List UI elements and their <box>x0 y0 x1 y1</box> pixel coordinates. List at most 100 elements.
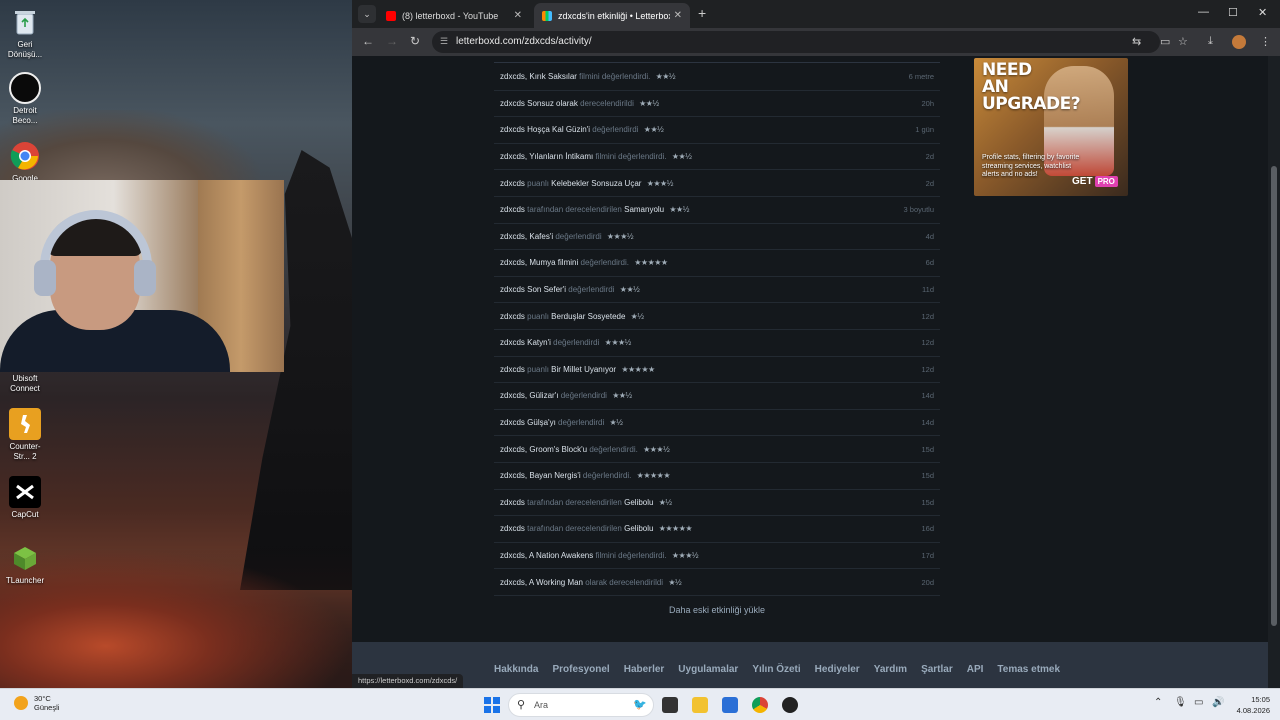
obs-icon[interactable] <box>782 697 798 713</box>
activity-film[interactable]: Kelebekler Sonsuza Uçar <box>551 179 641 188</box>
activity-row[interactable]: zdxcds, Groom's Block'u değerlendirdi. ★… <box>494 436 940 463</box>
desktop-icon-counter-strike[interactable]: Counter-Str... 2 <box>2 408 48 462</box>
activity-user[interactable]: zdxcds <box>500 285 525 294</box>
display-icon[interactable]: ▭ <box>1194 697 1203 708</box>
activity-row[interactable]: zdxcds, Yılanların İntikamı filmini değe… <box>494 144 940 171</box>
activity-row[interactable]: zdxcds puanlı Kelebekler Sonsuza Uçar ★★… <box>494 170 940 197</box>
footer-link-api[interactable]: API <box>967 664 984 675</box>
activity-user[interactable]: zdxcds, <box>500 258 527 267</box>
activity-row[interactable]: zdxcds Hoşça Kal Güzin'i değerlendirdi ★… <box>494 117 940 144</box>
activity-film[interactable]: Gelibolu <box>624 498 653 507</box>
activity-row[interactable]: zdxcds puanlı Bir Millet Uyanıyor ★★★★★ 1… <box>494 357 940 384</box>
windows-start-icon[interactable] <box>484 697 500 713</box>
activity-film[interactable]: Gülizar'ı <box>529 391 558 400</box>
maximize-button[interactable]: ☐ <box>1228 6 1238 19</box>
site-info-icon[interactable]: ☰ <box>440 36 448 47</box>
activity-user[interactable]: zdxcds <box>500 524 525 533</box>
bookmark-star-icon[interactable]: ☆ <box>1178 35 1188 48</box>
activity-user[interactable]: zdxcds <box>500 312 525 321</box>
activity-row[interactable]: zdxcds Son Sefer'i değerlendirdi ★★½ 11d <box>494 277 940 304</box>
back-icon[interactable]: ← <box>362 34 374 48</box>
desktop-icon-chrome[interactable]: Google <box>2 140 48 184</box>
activity-film[interactable]: Berduşlar Sosyetede <box>551 312 625 321</box>
desktop-icon-tlauncher[interactable]: TLauncher <box>2 542 48 586</box>
weather-widget[interactable]: 30°C Güneşli <box>14 694 59 712</box>
footer-link-contact[interactable]: Temas etmek <box>997 664 1060 675</box>
activity-user[interactable]: zdxcds, <box>500 391 527 400</box>
tab-youtube[interactable]: (8) letterboxd - YouTube ✕ <box>378 3 530 28</box>
reload-icon[interactable]: ↻ <box>410 34 420 48</box>
footer-link-terms[interactable]: Şartlar <box>921 664 953 675</box>
activity-user[interactable]: zdxcds, <box>500 471 527 480</box>
activity-user[interactable]: zdxcds, <box>500 445 527 454</box>
activity-row[interactable]: zdxcds, A Working Man olarak derecelendi… <box>494 569 940 596</box>
activity-user[interactable]: zdxcds, <box>500 152 527 161</box>
activity-row[interactable]: zdxcds tarafından derecelendirilen Gelib… <box>494 490 940 517</box>
footer-link-news[interactable]: Haberler <box>624 664 665 675</box>
activity-film[interactable]: Groom's Block'u <box>529 445 587 454</box>
taskbar-search[interactable]: ⚲ Ara 🐦 <box>508 693 654 717</box>
activity-user[interactable]: zdxcds <box>500 205 525 214</box>
microphone-icon[interactable]: 🎙 <box>1174 697 1187 708</box>
activity-row[interactable]: zdxcds puanlı Berduşlar Sosyetede ★½ 12d <box>494 303 940 330</box>
tab-close-icon[interactable]: ✕ <box>674 10 682 21</box>
activity-film[interactable]: Katyn'i <box>527 338 551 347</box>
tab-close-icon[interactable]: ✕ <box>514 10 522 21</box>
scrollbar-thumb[interactable] <box>1271 166 1277 626</box>
menu-icon[interactable]: ⋮ <box>1260 35 1271 48</box>
footer-link-help[interactable]: Yardım <box>874 664 907 675</box>
task-view-icon[interactable] <box>662 697 678 713</box>
activity-film[interactable]: Sonsuz olarak <box>527 99 578 108</box>
activity-row[interactable]: zdxcds, Mumya filmini değerlendirdi. ★★★… <box>494 250 940 277</box>
desktop-icon-detroit[interactable]: Detroit Beco... <box>2 72 48 126</box>
desktop-icon-ubisoft[interactable]: Ubisoft Connect <box>2 374 48 394</box>
ad-cta[interactable]: GET PRO <box>1072 176 1118 187</box>
minimize-button[interactable]: — <box>1198 6 1209 18</box>
activity-film[interactable]: Kırık Saksılar <box>529 72 577 81</box>
new-tab-button[interactable]: + <box>698 6 706 20</box>
activity-user[interactable]: zdxcds <box>500 498 525 507</box>
activity-user[interactable]: zdxcds, <box>500 578 527 587</box>
footer-link-gifts[interactable]: Hediyeler <box>815 664 860 675</box>
activity-film[interactable]: Bayan Nergis'i <box>529 471 580 480</box>
footer-link-about[interactable]: Hakkında <box>494 664 538 675</box>
translate-icon[interactable]: ⇆ <box>1132 35 1141 48</box>
activity-user[interactable]: zdxcds <box>500 179 525 188</box>
outlook-icon[interactable] <box>722 697 738 713</box>
activity-user[interactable]: zdxcds <box>500 338 525 347</box>
activity-row[interactable]: zdxcds tarafından derecelendirilen Saman… <box>494 197 940 224</box>
footer-link-apps[interactable]: Uygulamalar <box>678 664 738 675</box>
activity-user[interactable]: zdxcds <box>500 99 525 108</box>
activity-film[interactable]: Kafes'i <box>529 232 553 241</box>
activity-row[interactable]: zdxcds, Gülizar'ı değerlendirdi ★★½ 14d <box>494 383 940 410</box>
download-icon[interactable]: ⤓ <box>1208 35 1213 48</box>
activity-film[interactable]: Gülşa'yı <box>527 418 556 427</box>
activity-film[interactable]: Yılanların İntikamı <box>529 152 593 161</box>
activity-row[interactable]: zdxcds tarafından derecelendirilen Gelib… <box>494 516 940 543</box>
activity-row[interactable]: zdxcds Katyn'i değerlendirdi ★★★½ 12d <box>494 330 940 357</box>
activity-row[interactable]: zdxcds Gülşa'yı değerlendirdi ★½ 14d <box>494 410 940 437</box>
chrome-taskbar-icon[interactable] <box>752 697 768 713</box>
tab-search-button[interactable]: ⌄ <box>358 5 376 23</box>
activity-row[interactable]: zdxcds, Bayan Nergis'i değerlendirdi. ★★… <box>494 463 940 490</box>
volume-icon[interactable]: 🔊 <box>1212 697 1224 708</box>
activity-film[interactable]: Hoşça Kal Güzin'i <box>527 125 590 134</box>
tab-letterboxd[interactable]: zdxcds'in etkinliği • Letterboxd ✕ <box>534 3 690 28</box>
desktop-icon-capcut[interactable]: CapCut <box>2 476 48 520</box>
activity-user[interactable]: zdxcds <box>500 125 525 134</box>
activity-user[interactable]: zdxcds <box>500 418 525 427</box>
activity-film[interactable]: A Nation Awakens <box>529 551 593 560</box>
activity-user[interactable]: zdxcds, <box>500 72 527 81</box>
pro-upgrade-ad[interactable]: NEED AN UPGRADE? Profile stats, filterin… <box>974 58 1128 196</box>
load-more-button[interactable]: Daha eski etkinliği yükle <box>494 605 940 615</box>
activity-film[interactable]: Gelibolu <box>624 524 653 533</box>
activity-row[interactable]: zdxcds, A Nation Awakens filmini değerle… <box>494 543 940 570</box>
activity-film[interactable]: Son Sefer'i <box>527 285 566 294</box>
activity-row[interactable]: zdxcds Sonsuz olarak derecelendirildi ★★… <box>494 91 940 118</box>
file-explorer-icon[interactable] <box>692 697 708 713</box>
activity-row[interactable]: zdxcds, Kafes'i değerlendirdi ★★★½ 4d <box>494 224 940 251</box>
footer-link-year-in-review[interactable]: Yılın Özeti <box>752 664 800 675</box>
activity-user[interactable]: zdxcds, <box>500 232 527 241</box>
footer-link-pro[interactable]: Profesyonel <box>552 664 609 675</box>
address-bar[interactable]: ☰ letterboxd.com/zdxcds/activity/ ⇆ <box>432 31 1160 53</box>
